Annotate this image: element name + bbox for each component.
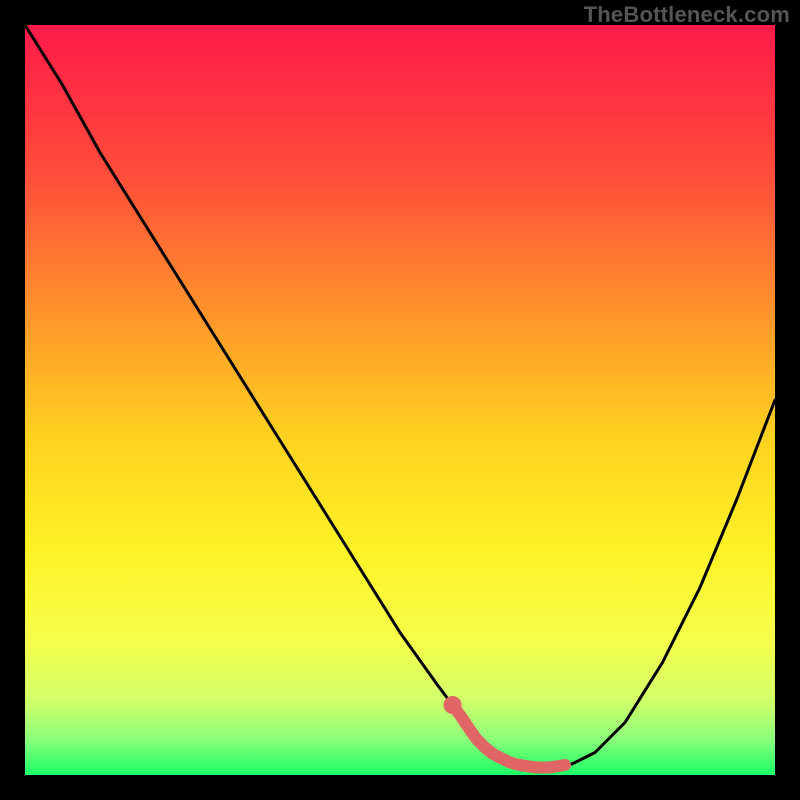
chart-svg (25, 25, 775, 775)
watermark-text: TheBottleneck.com (584, 2, 790, 28)
optimal-start-dot (444, 696, 462, 714)
chart-plot (25, 25, 775, 775)
chart-frame: TheBottleneck.com (0, 0, 800, 800)
